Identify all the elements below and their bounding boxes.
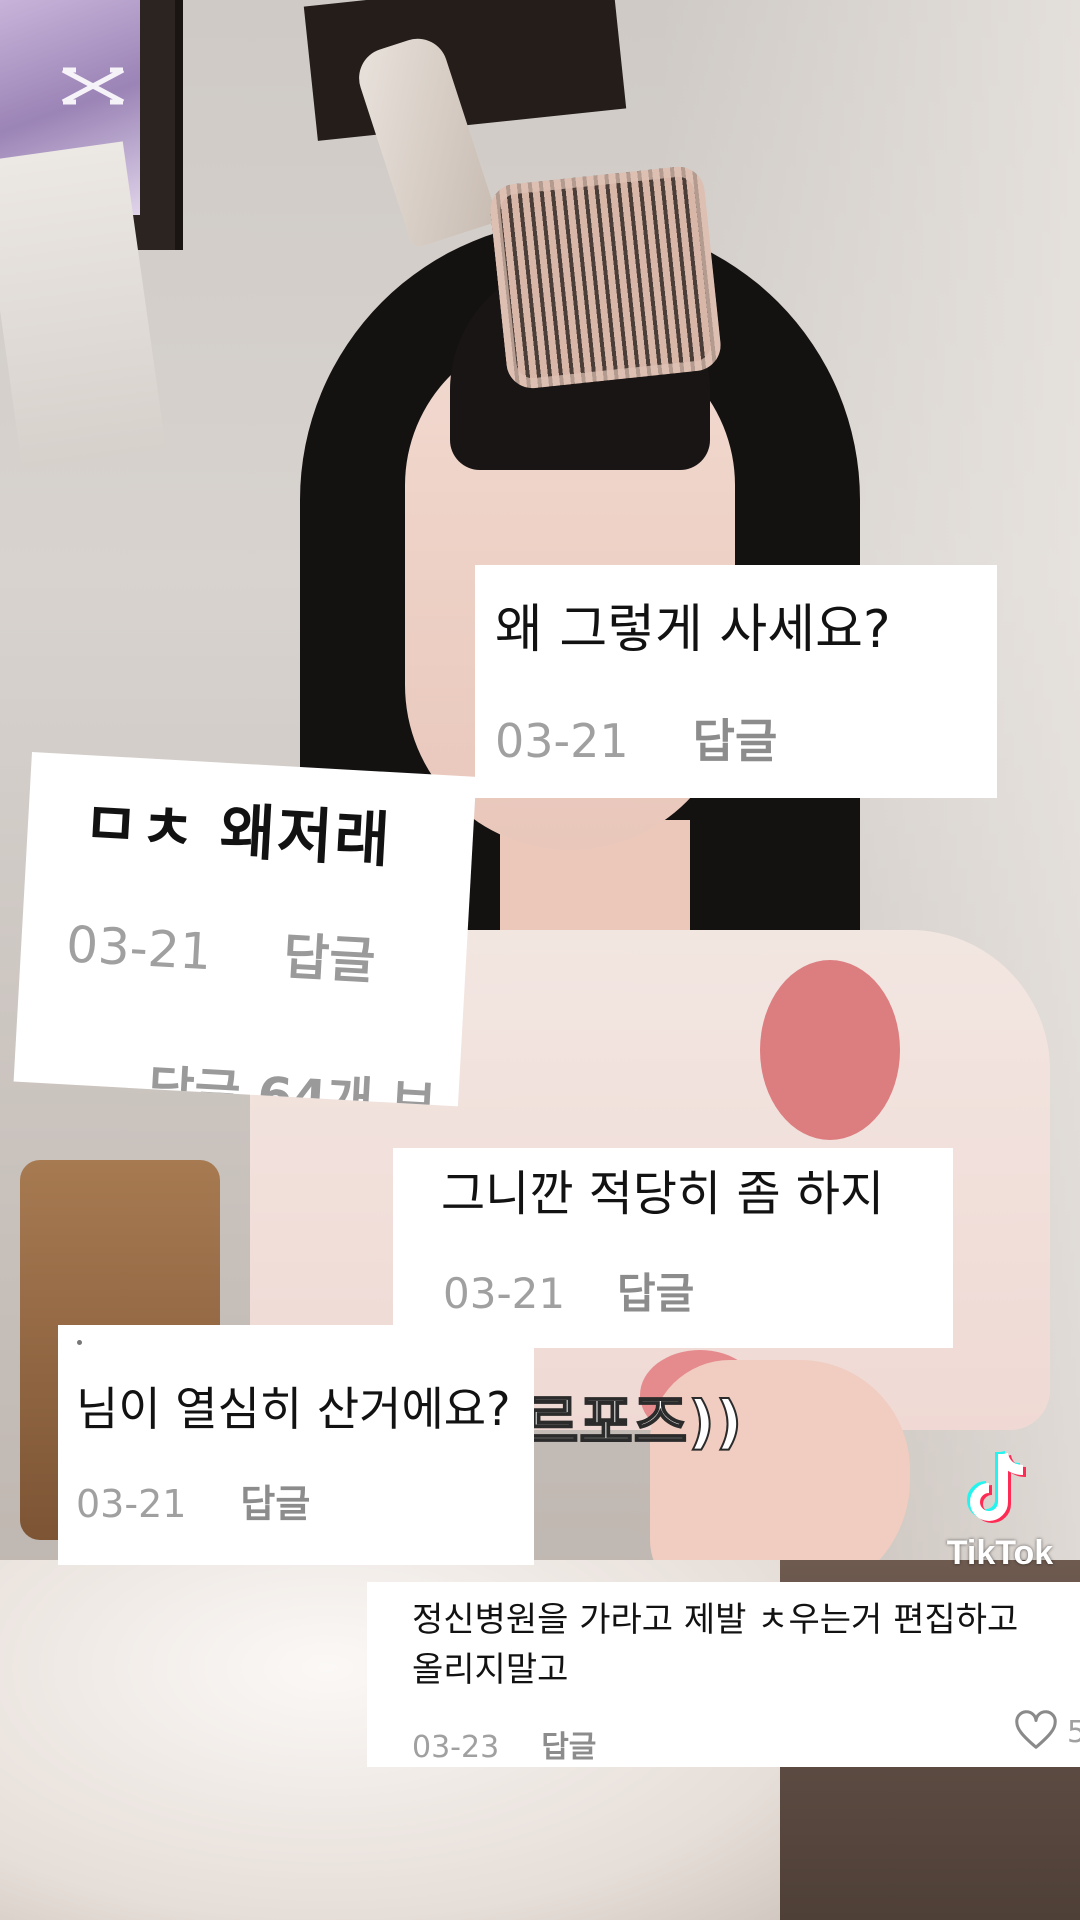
like-count: 5 [1067,1715,1080,1750]
comment-meta: 03-23 답글 [412,1722,596,1766]
comment-date: 03-21 [495,714,629,768]
dress-flower [760,960,900,1140]
comment-meta: 03-21 답글 [443,1260,694,1321]
tiktok-note-icon [967,1450,1027,1523]
comment-card: 님이 열심히 산거에요? 03-21 답글 [58,1325,534,1565]
capcut-logo-icon [61,67,125,105]
comment-date: 03-23 [412,1730,500,1765]
comment-meta: 03-21 답글 [495,705,777,771]
comment-card: 그니깐 적당히 좀 하지 03-21 답글 [393,1148,953,1348]
hair-roller [487,164,724,391]
comment-card: 왜 그렇게 사세요? 03-21 답글 [475,565,997,798]
comment-text-line: 정신병원을 가라고 제발 ㅊ우는거 편집하고 [412,1600,1019,1640]
reply-button[interactable]: 답글 [617,1260,694,1321]
tiktok-watermark: TikTok [935,1450,1065,1590]
comment-date: 03-21 [64,915,214,982]
comment-text: 왜 그렇게 사세요? [495,600,891,660]
reply-button[interactable]: 답글 [281,916,377,993]
video-caption: 르포즈)) [524,1387,744,1457]
comment-date: 03-21 [443,1269,566,1318]
tiktok-label: TikTok [946,1534,1054,1572]
comment-date: 03-21 [76,1482,187,1526]
comment-card: ㅁㅊ 왜저래 03-21 답글 답글 64개 보 [13,752,477,1107]
reply-button[interactable]: 답글 [541,1722,596,1766]
comment-text: ㅁㅊ 왜저래 [81,789,394,877]
comment-meta: 03-21 답글 [65,904,378,993]
reply-button[interactable]: 답글 [240,1473,310,1528]
reply-button[interactable]: 답글 [693,705,778,771]
heart-icon[interactable] [1013,1707,1059,1753]
comment-card: 정신병원을 가라고 제발 ㅊ우는거 편집하고 올리지말고 03-23 답글 5 [367,1582,1080,1767]
comment-text-line: 올리지말고 [412,1650,569,1690]
comment-text: 그니깐 적당히 좀 하지 [441,1166,885,1222]
comment-meta: 03-21 답글 [76,1473,310,1528]
comment-dot [77,1340,82,1345]
comment-text: 님이 열심히 산거에요? [76,1382,511,1436]
